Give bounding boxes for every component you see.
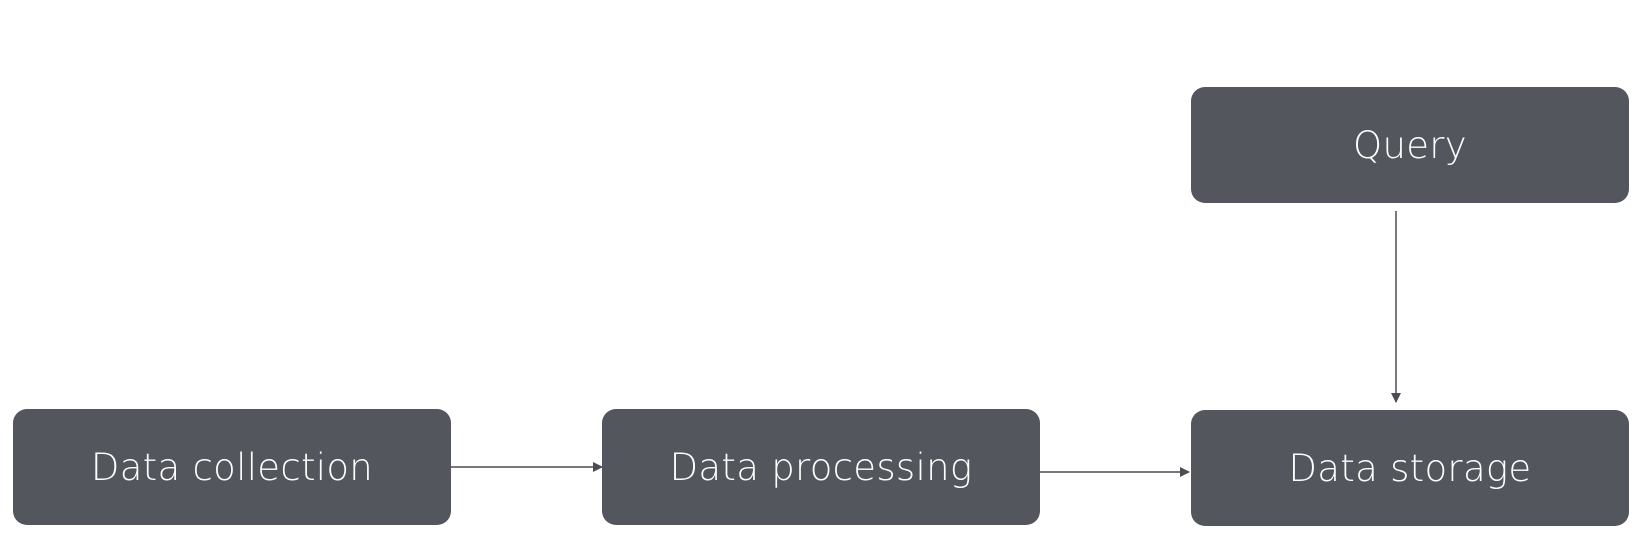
data-processing-node[interactable]: Data processing bbox=[602, 409, 1040, 525]
data-storage-node-label: Data storage bbox=[1288, 446, 1532, 490]
query-node[interactable]: Query bbox=[1191, 87, 1629, 203]
query-node-label: Query bbox=[1353, 123, 1467, 167]
data-collection-node-label: Data collection bbox=[90, 445, 374, 489]
flow-diagram: Query Data collection Data processing Da… bbox=[0, 0, 1644, 556]
data-collection-node[interactable]: Data collection bbox=[13, 409, 451, 525]
data-storage-node[interactable]: Data storage bbox=[1191, 410, 1629, 526]
data-processing-node-label: Data processing bbox=[669, 445, 973, 489]
